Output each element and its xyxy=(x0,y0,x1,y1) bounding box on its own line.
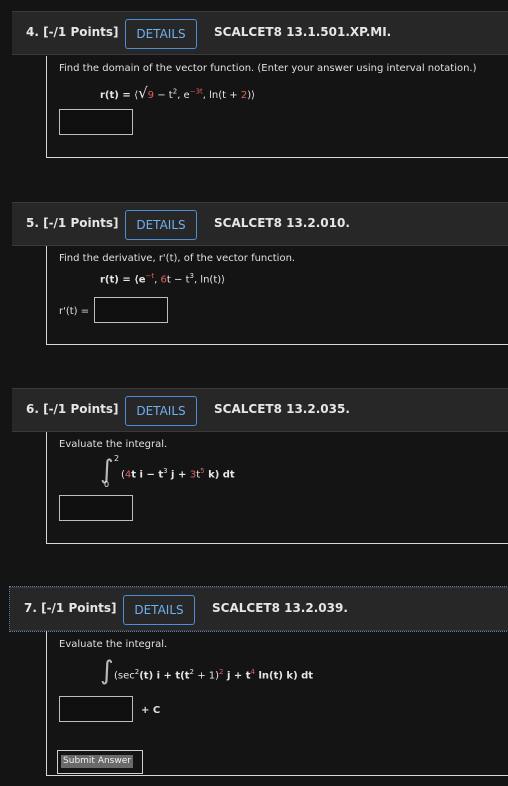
question-4-answer-input[interactable] xyxy=(59,109,133,135)
submit-area: Submit Answer xyxy=(57,750,143,774)
question-7-points: 7. [-/1 Points] xyxy=(24,601,117,615)
question-6-answer-input[interactable] xyxy=(59,495,133,521)
question-6-formula: (4t i − t3 j + 3t5 k) dt xyxy=(121,467,235,481)
question-6-upper-limit: 2 xyxy=(114,454,120,463)
question-4-code: SCALCET8 13.1.501.XP.MI. xyxy=(214,25,392,39)
question-6-code: SCALCET8 13.2.035. xyxy=(214,402,350,416)
question-6-points: 6. [-/1 Points] xyxy=(26,402,119,416)
question-4-points: 4. [-/1 Points] xyxy=(26,25,119,39)
question-5-header: 5. [-/1 Points] DETAILS SCALCET8 13.2.01… xyxy=(12,202,508,246)
question-6-prompt: Evaluate the integral. xyxy=(59,439,168,450)
question-5-code: SCALCET8 13.2.010. xyxy=(214,216,350,230)
question-5-points: 5. [-/1 Points] xyxy=(26,216,119,230)
question-4-prompt: Find the domain of the vector function. … xyxy=(59,63,477,74)
question-5-details-button[interactable]: DETAILS xyxy=(125,210,197,240)
question-6-details-button[interactable]: DETAILS xyxy=(125,396,197,426)
question-5-prompt: Find the derivative, r'(t), of the vecto… xyxy=(59,253,296,264)
question-5-answer-label: r'(t) = xyxy=(59,306,90,317)
question-7-answer-input[interactable] xyxy=(59,696,133,722)
question-7-formula: (sec2(t) i + t(t2 + 1)2 j + t4 ln(t) k) … xyxy=(114,668,314,682)
question-7-code: SCALCET8 13.2.039. xyxy=(212,601,348,615)
question-7-plus-c: + C xyxy=(141,705,161,716)
question-4-formula: r(t) = ⟨√9 − t2, e−3t, ln(t + 2)⟩ xyxy=(100,84,256,102)
submit-answer-button[interactable]: Submit Answer xyxy=(61,755,133,768)
question-5-answer-input[interactable] xyxy=(94,297,168,323)
question-7-integral-sign: ∫ xyxy=(100,656,114,686)
question-7-details-button[interactable]: DETAILS xyxy=(123,595,195,625)
question-4-header: 4. [-/1 Points] DETAILS SCALCET8 13.1.50… xyxy=(12,11,508,55)
question-7-header: 7. [-/1 Points] DETAILS SCALCET8 13.2.03… xyxy=(9,586,508,632)
question-5-formula: r(t) = ⟨e−t, 6t − t3, ln(t)⟩ xyxy=(100,272,226,286)
question-4-details-button[interactable]: DETAILS xyxy=(125,19,197,49)
question-7-prompt: Evaluate the integral. xyxy=(59,639,168,650)
question-6-lower-limit: 0 xyxy=(104,480,110,489)
question-6-header: 6. [-/1 Points] DETAILS SCALCET8 13.2.03… xyxy=(12,388,508,432)
